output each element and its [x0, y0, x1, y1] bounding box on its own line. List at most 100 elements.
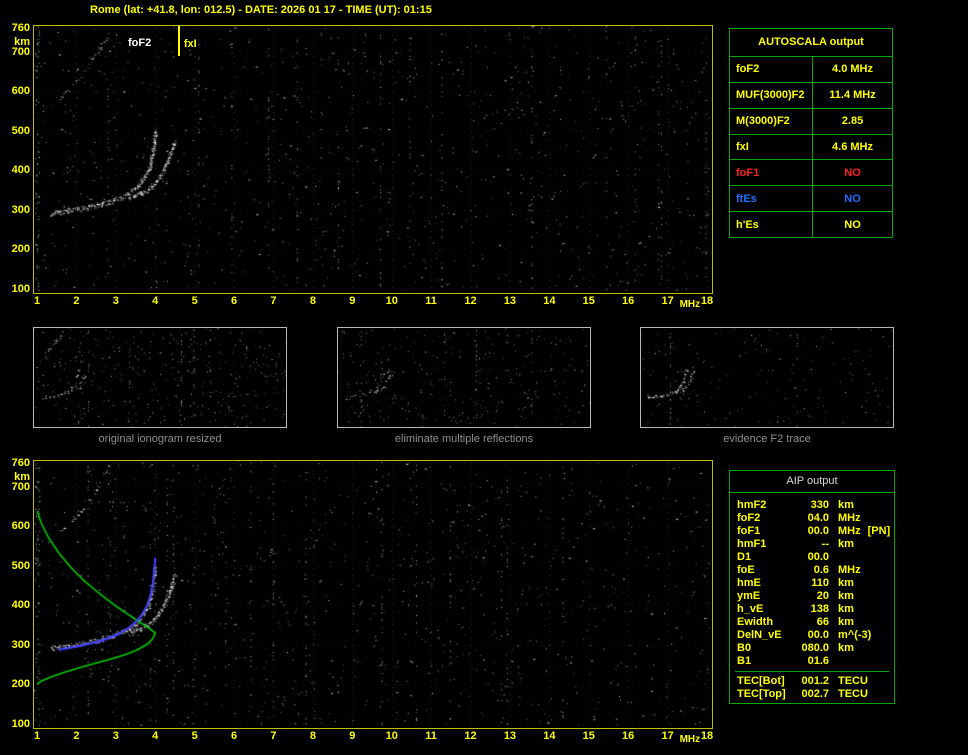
- aip-row-unit: MHz: [838, 564, 861, 576]
- aip-row-unit: m^(-3): [838, 629, 872, 641]
- thumbnail-no-multiples-canvas: [338, 328, 590, 427]
- x-tick-label: 4: [152, 295, 159, 307]
- aip-row: B0 080.0 km: [730, 642, 894, 655]
- aip-row-value: 001.2: [801, 675, 829, 687]
- x-tick-label: 4: [152, 730, 159, 742]
- aip-tec-divider: [735, 671, 889, 672]
- y-tick-label: 700: [11, 480, 30, 493]
- aip-table-title: AIP output: [730, 471, 894, 493]
- bottom-ionogram: [33, 460, 713, 729]
- aip-row-unit: MHz: [838, 525, 861, 537]
- y-tick-label: 300: [11, 203, 30, 216]
- autoscala-row-value: 4.6 MHz: [812, 134, 892, 160]
- x-tick-label: 6: [230, 295, 238, 307]
- aip-row-value: 00.0: [807, 525, 829, 537]
- x-tick-label: 11: [425, 730, 437, 742]
- aip-row-label: hmF2: [737, 499, 767, 511]
- y-tick-label: 100: [11, 718, 30, 730]
- aip-row-label: Ewidth: [737, 616, 774, 628]
- aip-row-unit: TECU: [838, 688, 868, 700]
- bottom-ionogram-canvas: [34, 461, 710, 726]
- fxi-marker-line: [177, 26, 180, 56]
- aip-row-label: B1: [737, 655, 752, 667]
- mhz-axis-label: MHz: [679, 299, 701, 310]
- aip-row: ymE 20 km: [730, 590, 894, 603]
- x-tick-label: 7: [270, 295, 277, 307]
- autoscala-row-value: 4.0 MHz: [812, 57, 892, 82]
- x-tick-label: 11: [425, 295, 437, 307]
- autoscala-row-label: M(3000)F2: [736, 115, 790, 128]
- x-tick-label: 10: [385, 295, 398, 307]
- aip-row-extra: [PN]: [867, 525, 891, 537]
- aip-row-value: 138: [810, 603, 829, 615]
- y-tick-label: 500: [11, 559, 30, 572]
- autoscala-row-value: NO: [812, 212, 892, 238]
- thumbnail-caption-no-multiples: eliminate multiple reflections: [394, 433, 534, 445]
- aip-output-table: AIP output hmF2 330 km foF2 04.0 MHz foF1 00.0 M…: [729, 470, 895, 704]
- y-tick-label: 760: [11, 22, 30, 34]
- y-tick-label: 600: [11, 85, 30, 98]
- autoscala-table-title: AUTOSCALA output: [730, 29, 892, 57]
- aip-row-unit: TECU: [838, 675, 868, 687]
- x-tick-label: 10: [385, 730, 398, 742]
- x-tick-label: 13: [503, 730, 517, 742]
- aip-row-label: TEC[Bot]: [737, 675, 785, 687]
- aip-row-unit: km: [838, 590, 854, 602]
- x-tick-label: 16: [622, 730, 635, 742]
- aip-row-label: foF1: [737, 525, 761, 537]
- aip-row-unit: km: [838, 603, 854, 615]
- aip-row-label: hmE: [737, 577, 761, 589]
- thumbnail-caption-f2-trace: evidence F2 trace: [723, 433, 811, 445]
- aip-row-unit: km: [838, 538, 854, 550]
- x-tick-label: 15: [582, 730, 595, 742]
- x-tick-label: 8: [309, 730, 316, 742]
- autoscala-row-label: foF2: [736, 63, 760, 76]
- aip-row: h_vE 138 km: [730, 603, 894, 616]
- autoscala-row: M(3000)F2 2.85: [730, 108, 892, 135]
- y-tick-label: 760: [11, 457, 30, 469]
- x-tick-label: 3: [112, 295, 119, 307]
- aip-row-unit: km: [838, 499, 854, 511]
- x-tick-label: 16: [622, 295, 635, 307]
- aip-row-label: D1: [737, 551, 752, 563]
- x-tick-label: 2: [73, 730, 80, 742]
- autoscala-row: ftEs NO: [730, 186, 892, 213]
- aip-row-unit: km: [838, 616, 854, 628]
- aip-row: B1 01.6: [730, 655, 894, 668]
- autoscala-row-label: fxI: [736, 141, 749, 153]
- aip-row: TEC[Top] 002.7 TECU: [730, 688, 894, 701]
- autoscala-row-label: MUF(3000)F2: [736, 89, 805, 102]
- top-ionogram-canvas: [34, 26, 710, 291]
- x-tick-label: 13: [503, 295, 517, 307]
- x-tick-label: 12: [464, 730, 477, 742]
- x-tick-label: 3: [112, 730, 119, 742]
- x-tick-label: 17: [661, 295, 674, 307]
- aip-row-value: 110: [811, 577, 829, 589]
- aip-row-unit: km: [838, 642, 854, 654]
- aip-row-value: 00.0: [807, 551, 829, 563]
- aip-row-label: foE: [737, 564, 755, 576]
- aip-row-value: 0.6: [813, 564, 829, 576]
- autoscala-table-rows: foF2 4.0 MHz MUF(3000)F2 11.4 MHz M(3000)F2 2…: [730, 57, 892, 238]
- fxi-label: fxI: [183, 38, 197, 50]
- thumbnail-original-ionogram: [33, 327, 287, 428]
- aip-row-value: 20: [816, 590, 829, 602]
- y-tick-label: 700: [11, 45, 30, 58]
- y-tick-label: 300: [11, 638, 30, 651]
- autoscala-row-value: NO: [812, 186, 892, 212]
- x-tick-label: 18: [700, 295, 714, 307]
- km-axis-label: km: [14, 471, 30, 483]
- mhz-axis-label: MHz: [679, 734, 701, 745]
- aip-row: foE 0.6 MHz: [730, 564, 894, 577]
- aip-row: Ewidth 66 km: [730, 616, 894, 629]
- aip-row-label: DelN_vE: [737, 629, 782, 641]
- autoscala-row-label: h'Es: [736, 218, 759, 231]
- autoscala-screen: { "header": { "title": "Rome (lat: +41.8…: [0, 0, 968, 755]
- x-tick-label: 18: [700, 730, 714, 742]
- x-tick-label: 14: [543, 730, 556, 742]
- autoscala-row: foF2 4.0 MHz: [730, 57, 892, 83]
- x-tick-label: 1: [33, 295, 41, 307]
- x-tick-label: 5: [191, 295, 198, 307]
- km-axis-label: km: [14, 36, 30, 48]
- thumbnail-original-canvas: [34, 328, 286, 427]
